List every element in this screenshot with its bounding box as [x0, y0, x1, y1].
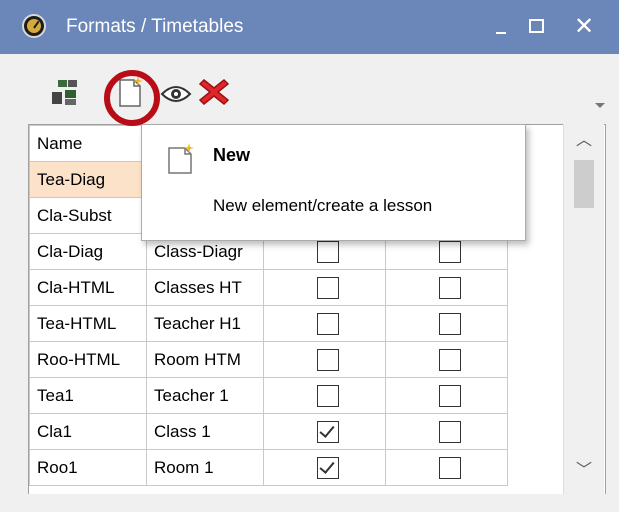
- cell-long-name[interactable]: Room 1: [146, 449, 264, 486]
- checkbox-1[interactable]: [317, 312, 339, 335]
- toolbar: [0, 54, 619, 124]
- cell-long-name[interactable]: Teacher 1: [146, 377, 264, 414]
- vertical-scrollbar[interactable]: ︿ ﹀: [563, 124, 604, 494]
- checkbox-2[interactable]: [439, 348, 461, 371]
- checkbox-1[interactable]: [317, 420, 339, 443]
- cell-name[interactable]: Cla1: [29, 413, 147, 450]
- checkbox-2[interactable]: [439, 240, 461, 263]
- cell-checkbox-1: [263, 377, 386, 414]
- scroll-thumb[interactable]: [574, 160, 594, 208]
- checkbox-1[interactable]: [317, 348, 339, 371]
- title-bar: Formats / Timetables ✕: [0, 0, 619, 54]
- cell-name[interactable]: Tea-Diag: [29, 161, 147, 198]
- cell-checkbox-1: [263, 305, 386, 342]
- cell-checkbox-2: [385, 305, 508, 342]
- minimize-icon: [496, 32, 506, 34]
- window-bottom-edge: [0, 494, 619, 512]
- window-title: Formats / Timetables: [66, 16, 244, 37]
- cell-long-name[interactable]: Class 1: [146, 413, 264, 450]
- cell-name[interactable]: Tea-HTML: [29, 305, 147, 342]
- highlight-circle: [104, 70, 160, 126]
- cell-checkbox-1: [263, 413, 386, 450]
- formats-timetables-window: Formats / Timetables ✕ Name Tea-Diag Cla…: [0, 0, 619, 512]
- table-row[interactable]: Tea1 Teacher 1: [29, 377, 508, 414]
- clock-app-icon: [22, 14, 46, 38]
- popup-title: New: [213, 145, 251, 165]
- maximize-icon: [529, 19, 544, 33]
- checkbox-2[interactable]: [439, 276, 461, 299]
- cell-name[interactable]: Cla-Diag: [29, 233, 147, 270]
- new-document-icon: [166, 143, 196, 180]
- scroll-down-chevron-icon[interactable]: ﹀: [564, 456, 604, 486]
- checkbox-2[interactable]: [439, 312, 461, 335]
- checkbox-1[interactable]: [317, 276, 339, 299]
- cell-name[interactable]: Roo1: [29, 449, 147, 486]
- column-header-name[interactable]: Name: [29, 125, 147, 162]
- close-button[interactable]: ✕: [566, 10, 602, 44]
- cell-long-name[interactable]: Teacher H1: [146, 305, 264, 342]
- checkbox-1[interactable]: [317, 240, 339, 263]
- checkbox-1[interactable]: [317, 384, 339, 407]
- table-row[interactable]: Cla-HTML Classes HT: [29, 269, 508, 306]
- cell-checkbox-2: [385, 449, 508, 486]
- cell-checkbox-1: [263, 341, 386, 378]
- maximize-button[interactable]: [518, 10, 554, 44]
- cell-checkbox-2: [385, 377, 508, 414]
- cell-name[interactable]: Cla-Subst: [29, 197, 147, 234]
- table-row[interactable]: Roo-HTML Room HTM: [29, 341, 508, 378]
- properties-icon[interactable]: [50, 78, 84, 108]
- minimize-button[interactable]: [482, 10, 518, 44]
- checkbox-2[interactable]: [439, 384, 461, 407]
- preview-eye-icon[interactable]: [160, 84, 192, 104]
- scroll-up-chevron-icon[interactable]: ︿: [564, 126, 604, 156]
- cell-checkbox-1: [263, 269, 386, 306]
- checkbox-2[interactable]: [439, 420, 461, 443]
- delete-x-icon[interactable]: [198, 76, 230, 108]
- cell-name[interactable]: Cla-HTML: [29, 269, 147, 306]
- popup-description: New element/create a lesson: [213, 196, 433, 215]
- cell-long-name[interactable]: Room HTM: [146, 341, 264, 378]
- toolbar-overflow-chevron-icon[interactable]: [595, 103, 605, 108]
- table-row[interactable]: Cla1 Class 1: [29, 413, 508, 450]
- checkbox-1[interactable]: [317, 456, 339, 479]
- cell-checkbox-2: [385, 341, 508, 378]
- cell-checkbox-2: [385, 269, 508, 306]
- cell-checkbox-1: [263, 449, 386, 486]
- cell-name[interactable]: Roo-HTML: [29, 341, 147, 378]
- cell-checkbox-2: [385, 413, 508, 450]
- table-row[interactable]: Tea-HTML Teacher H1: [29, 305, 508, 342]
- cell-long-name[interactable]: Classes HT: [146, 269, 264, 306]
- checkbox-2[interactable]: [439, 456, 461, 479]
- cell-name[interactable]: Tea1: [29, 377, 147, 414]
- new-tooltip-popup: New New element/create a lesson: [141, 124, 526, 241]
- table-row[interactable]: Roo1 Room 1: [29, 449, 508, 486]
